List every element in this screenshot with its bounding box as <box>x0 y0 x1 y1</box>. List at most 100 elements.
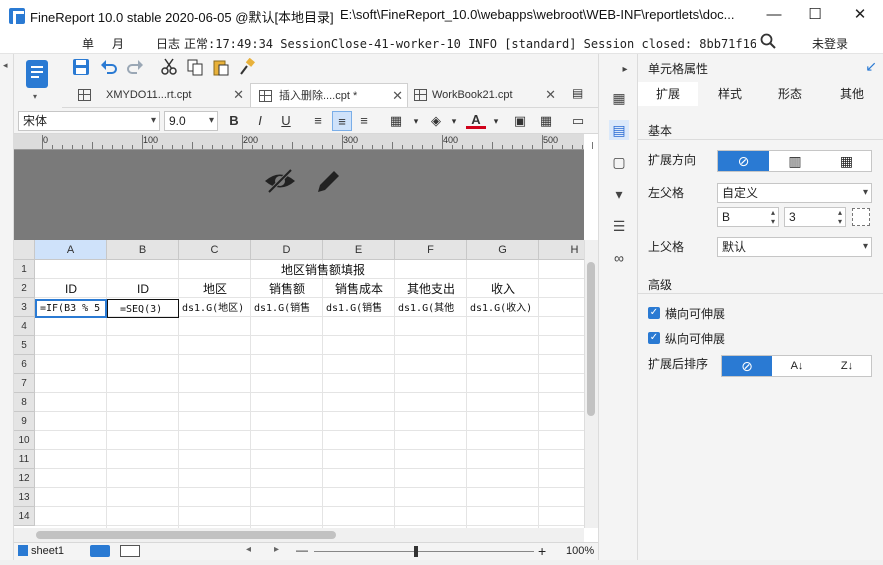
row-header[interactable]: 13 <box>14 488 35 507</box>
horizontal-scroll-thumb[interactable] <box>36 531 336 539</box>
minimize-button[interactable]: — <box>762 4 786 26</box>
column-header-e[interactable]: E <box>323 240 395 260</box>
hidden-eye-icon[interactable] <box>263 166 297 199</box>
header-cell[interactable]: 收入 <box>467 280 539 299</box>
font-color-button[interactable]: A <box>466 111 486 129</box>
header-cell[interactable]: ID <box>35 280 107 299</box>
horizontal-expand-icon[interactable]: ▦ <box>821 151 872 171</box>
section-advanced[interactable]: 高级 ▲ <box>638 272 883 294</box>
cell-properties-icon[interactable]: ▤ <box>609 120 629 140</box>
corner-cell[interactable] <box>14 240 35 260</box>
log-label[interactable]: 日志 <box>156 35 180 52</box>
row-header[interactable]: 2 <box>14 279 35 298</box>
bold-button[interactable]: B <box>224 111 244 131</box>
formula-cell[interactable]: ds1.G(其他 <box>395 299 467 318</box>
undo-icon[interactable] <box>100 58 118 79</box>
vertical-expandable-checkbox[interactable]: ✓ <box>648 332 660 344</box>
tab-workbook21[interactable]: WorkBook21.cpt ✕ <box>410 83 560 107</box>
expand-direction-toggle[interactable]: ⊘ ▥ ▦ <box>717 150 872 172</box>
tab-style[interactable]: 样式 <box>700 82 760 106</box>
column-header-b[interactable]: B <box>107 240 179 260</box>
formula-cell[interactable]: ds1.G(收入) <box>467 299 539 318</box>
add-poly-sheet-icon[interactable] <box>120 545 140 557</box>
chevron-down-icon[interactable]: ▾ <box>406 111 426 131</box>
column-header-a[interactable]: A <box>35 240 107 260</box>
close-icon[interactable]: ✕ <box>545 83 556 107</box>
save-icon[interactable] <box>72 58 90 79</box>
row-header[interactable]: 7 <box>14 374 35 393</box>
row-header[interactable]: 3 <box>14 298 35 317</box>
cell-element-icon[interactable]: ▢ <box>609 152 629 172</box>
wrap-text-icon[interactable]: ▭ <box>568 111 588 131</box>
report-template-icon[interactable] <box>26 60 48 88</box>
vertical-scroll-thumb[interactable] <box>587 262 595 416</box>
scroll-right-icon[interactable]: ▸ <box>274 544 279 555</box>
zoom-slider-track[interactable] <box>314 551 534 552</box>
report-settings-icon[interactable]: ▦ <box>609 88 629 108</box>
search-icon[interactable] <box>760 33 776 52</box>
header-cell[interactable]: 其他支出 <box>395 280 467 299</box>
row-header[interactable]: 5 <box>14 336 35 355</box>
chevron-down-icon[interactable]: ▾ <box>444 111 464 131</box>
column-header-g[interactable]: G <box>467 240 539 260</box>
column-header-c[interactable]: C <box>179 240 251 260</box>
align-center-icon[interactable]: ≡ <box>332 111 352 131</box>
template-dropdown-icon[interactable]: ▾ <box>33 92 37 101</box>
close-icon[interactable]: ✕ <box>233 83 244 107</box>
zoom-slider-thumb[interactable] <box>414 546 418 557</box>
stepper-icon[interactable]: ▴ ▾ <box>838 208 842 226</box>
border-icon[interactable]: ▦ <box>386 111 406 131</box>
selected-cell-a3[interactable]: =IF(B3 % 5 <box>35 299 107 318</box>
font-family-select[interactable]: 宋体 ▾ <box>18 111 160 131</box>
stepper-icon[interactable]: ▴ ▾ <box>771 208 775 226</box>
sort-descending-icon[interactable]: Z↓ <box>822 356 872 376</box>
header-cell[interactable]: 地区 <box>179 280 251 299</box>
header-cell[interactable]: ID <box>107 280 179 299</box>
title-cell[interactable]: 地区销售额填报 <box>107 261 539 280</box>
add-sheet-icon[interactable] <box>90 545 110 557</box>
row-header[interactable]: 4 <box>14 317 35 336</box>
font-size-select[interactable]: 9.0 ▾ <box>164 111 218 131</box>
widget-icon[interactable]: ▾ <box>609 184 629 204</box>
vertical-expand-icon[interactable]: ▥ <box>769 151 821 171</box>
edit-pencil-icon[interactable] <box>314 166 344 199</box>
upper-parent-select[interactable]: 默认 ▾ <box>717 237 872 257</box>
merge-cells-icon[interactable]: ▣ <box>510 111 530 131</box>
redo-icon[interactable] <box>126 58 144 79</box>
tab-list-icon[interactable]: ▤ <box>572 86 583 100</box>
header-cell[interactable]: 销售成本 <box>323 280 395 299</box>
collapse-arrow-icon[interactable]: ▸ <box>615 60 635 80</box>
underline-button[interactable]: U <box>276 111 296 131</box>
zoom-in-button[interactable]: + <box>538 543 546 559</box>
column-header-d[interactable]: D <box>251 240 323 260</box>
collapse-arrow-icon[interactable]: ◂ <box>3 60 8 71</box>
condition-icon[interactable]: ☰ <box>609 216 629 236</box>
chevron-down-icon[interactable]: ▾ <box>486 111 506 131</box>
italic-button[interactable]: I <box>250 111 270 131</box>
tab-other[interactable]: 其他 <box>822 82 882 106</box>
row-header[interactable]: 6 <box>14 355 35 374</box>
formula-cell[interactable]: ds1.G(地区) <box>179 299 251 318</box>
row-header[interactable]: 14 <box>14 507 35 526</box>
zoom-out-button[interactable]: — <box>296 543 308 557</box>
column-header-f[interactable]: F <box>395 240 467 260</box>
tab-insert-delete[interactable]: 插入删除....cpt * ✕ <box>250 83 408 107</box>
align-left-icon[interactable]: ≡ <box>308 111 328 131</box>
row-header[interactable]: 1 <box>14 260 35 279</box>
fill-color-icon[interactable]: ◈ <box>426 111 446 131</box>
spreadsheet-grid[interactable]: A B C D E F G H 1 2 3 4 5 6 7 8 9 10 11 12 13 14 地区销售… <box>14 240 584 528</box>
column-header-h[interactable]: H <box>539 240 584 260</box>
row-header[interactable]: 10 <box>14 431 35 450</box>
left-parent-select[interactable]: 自定义 ▾ <box>717 183 872 203</box>
header-cell[interactable]: 销售额 <box>251 280 323 299</box>
expand-panel-icon[interactable]: ↙ <box>865 58 877 75</box>
align-right-icon[interactable]: ≡ <box>354 111 374 131</box>
sort-after-expand-toggle[interactable]: ⊘ A↓ Z↓ <box>721 355 872 377</box>
cut-icon[interactable] <box>160 58 178 79</box>
left-parent-column-stepper[interactable]: B ▴ ▾ <box>717 207 779 227</box>
row-header[interactable]: 9 <box>14 412 35 431</box>
tab-expand[interactable]: 扩展 <box>638 82 698 106</box>
select-cell-icon[interactable] <box>852 208 870 226</box>
unmerge-cells-icon[interactable]: ▦ <box>536 111 556 131</box>
close-button[interactable]: ✕ <box>848 4 872 26</box>
